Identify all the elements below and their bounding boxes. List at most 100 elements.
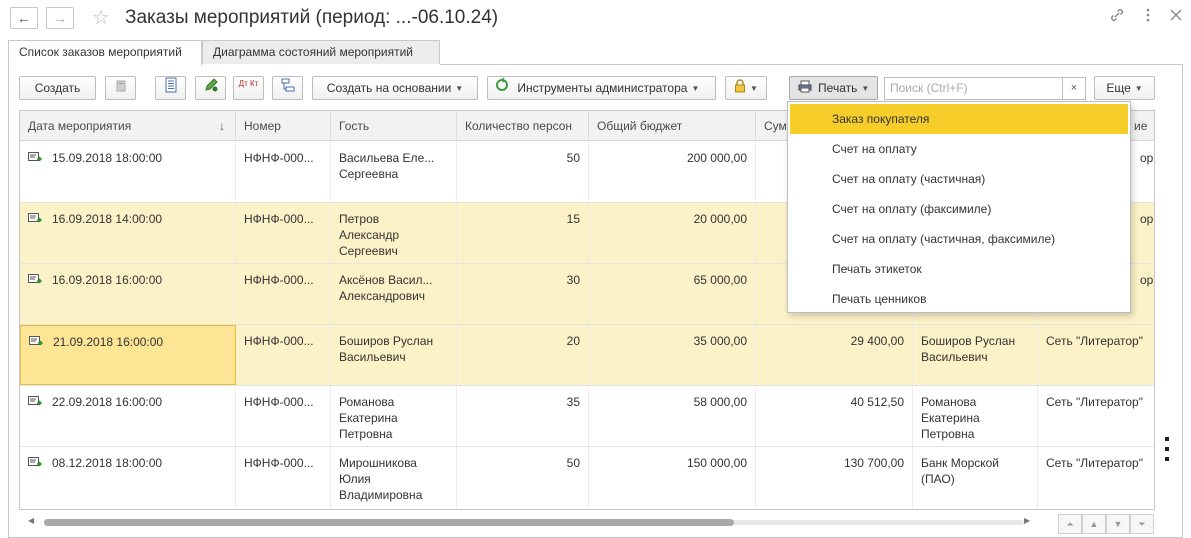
admin-tools-button[interactable]: Инструменты администратора ▼ <box>487 76 716 100</box>
cell-sum: 40 512,50 <box>756 386 913 446</box>
menu-item-invoice-facsimile[interactable]: Счет на оплату (факсимиле) <box>788 194 1130 224</box>
cell-date: 16.09.2018 14:00:00 <box>20 203 236 263</box>
cell-contractor: Боширов Руслан Васильевич <box>913 325 1038 385</box>
document-arrow-icon <box>29 335 44 346</box>
cell-budget: 200 000,00 <box>589 142 756 202</box>
cell-guest: Петров Александр Сергеевич <box>331 203 457 263</box>
scroll-thumb[interactable] <box>44 519 734 526</box>
menu-item-customer-order[interactable]: Заказ покупателя <box>790 104 1128 134</box>
menu-item-invoice[interactable]: Счет на оплату <box>788 134 1130 164</box>
copy-button[interactable] <box>105 76 136 100</box>
first-page-icon[interactable]: ⏶ <box>1058 514 1082 534</box>
cell-persons: 30 <box>457 264 589 324</box>
create-based-on-button[interactable]: Создать на основании ▼ <box>312 76 478 100</box>
menu-item-print-labels[interactable]: Печать этикеток <box>788 254 1130 284</box>
chevron-down-icon: ▼ <box>861 83 870 93</box>
admin-tools-label: Инструменты администратора <box>517 81 688 95</box>
table-row[interactable]: 22.09.2018 16:00:00 НФНФ-000... Романова… <box>20 386 1154 447</box>
dtkt-button[interactable]: Дт Кт <box>233 76 264 100</box>
contractor-line: Васильевич <box>921 350 988 364</box>
cell-guest: Аксёнов Васил... Александрович <box>331 264 457 324</box>
date-text: 21.09.2018 16:00:00 <box>53 335 164 349</box>
last-page-icon[interactable]: ⏷ <box>1130 514 1154 534</box>
structure-button[interactable] <box>272 76 303 100</box>
cell-budget: 150 000,00 <box>589 447 756 509</box>
date-text: 22.09.2018 16:00:00 <box>52 395 163 409</box>
cell-org: Сеть "Литератор" <box>1046 456 1143 470</box>
print-menu: Заказ покупателя Счет на оплату Счет на … <box>787 101 1131 313</box>
scroll-left-icon[interactable]: ◀ <box>28 516 34 525</box>
guest-line: Александр <box>339 228 400 242</box>
guest-line: Боширов Руслан <box>339 334 434 348</box>
tab-divider <box>440 64 1183 65</box>
title-bar: ← → ☆ Заказы мероприятий (период: ...-06… <box>0 0 1191 36</box>
more-vertical-icon[interactable] <box>1164 436 1170 462</box>
cell-date: 16.09.2018 16:00:00 <box>20 264 236 324</box>
edit-button[interactable] <box>195 76 226 100</box>
star-icon[interactable]: ☆ <box>92 5 110 30</box>
print-button[interactable]: Печать ▼ <box>789 76 878 100</box>
menu-item-invoice-partial[interactable]: Счет на оплату (частичная) <box>788 164 1130 194</box>
cell-guest: Боширов Руслан Васильевич <box>331 325 457 385</box>
contractor-line: Романова <box>921 395 977 409</box>
search-input[interactable]: Поиск (Ctrl+F) <box>884 77 1064 100</box>
cell-number: НФНФ-000... <box>236 142 331 202</box>
column-header-number[interactable]: Номер <box>236 111 331 141</box>
contractor-line: Боширов Руслан <box>921 334 1016 348</box>
contractor-line: Екатерина <box>921 411 980 425</box>
cell-number: НФНФ-000... <box>236 264 331 324</box>
lock-button[interactable]: ▼ <box>725 76 767 100</box>
page-down-icon[interactable]: ▼ <box>1106 514 1130 534</box>
close-icon[interactable] <box>1170 8 1182 25</box>
table-row-selected[interactable]: 21.09.2018 16:00:00 НФНФ-000... Боширов … <box>20 325 1154 386</box>
guest-line: Васильевич <box>339 350 406 364</box>
more-button[interactable]: Еще ▼ <box>1094 76 1155 100</box>
cell-date[interactable]: 21.09.2018 16:00:00 <box>20 325 236 385</box>
create-button[interactable]: Создать <box>19 76 96 100</box>
cell-persons: 15 <box>457 203 589 263</box>
document-arrow-icon <box>28 456 43 467</box>
chevron-down-icon: ▼ <box>455 83 464 93</box>
cell-guest: Васильева Еле... Сергеевна <box>331 142 457 202</box>
cell-budget: 58 000,00 <box>589 386 756 446</box>
more-vertical-icon[interactable] <box>1145 8 1151 26</box>
contractor-line: Банк Морской <box>921 456 999 470</box>
link-icon[interactable] <box>1110 8 1124 26</box>
date-text: 16.09.2018 14:00:00 <box>52 212 163 226</box>
more-label: Еще <box>1106 81 1131 95</box>
gear-refresh-icon <box>494 77 510 100</box>
cell-org: Сеть "Литератор" <box>1046 334 1143 348</box>
table-row[interactable]: 08.12.2018 18:00:00 НФНФ-000... Мирошник… <box>20 447 1154 509</box>
horizontal-scrollbar[interactable]: ◀ ▶ <box>20 515 1040 529</box>
back-button[interactable]: ← <box>10 7 38 29</box>
print-label: Печать <box>818 81 858 95</box>
cell-number: НФНФ-000... <box>236 325 331 385</box>
column-header-date[interactable]: Дата мероприятия ↓ <box>20 111 236 141</box>
page-up-icon[interactable]: ▲ <box>1082 514 1106 534</box>
guest-line: Сергеевна <box>339 167 399 181</box>
document-arrow-icon <box>28 395 43 406</box>
scroll-right-icon[interactable]: ▶ <box>1024 516 1030 525</box>
cell-date: 08.12.2018 18:00:00 <box>20 447 236 509</box>
column-header-guest[interactable]: Гость <box>331 111 457 141</box>
menu-item-invoice-partial-facsimile[interactable]: Счет на оплату (частичная, факсимиле) <box>788 224 1130 254</box>
search-clear-button[interactable]: × <box>1062 77 1086 100</box>
tab-states-diagram[interactable]: Диаграмма состояний мероприятий <box>202 40 440 65</box>
lock-icon <box>734 78 746 100</box>
tab-orders-list[interactable]: Список заказов мероприятий <box>8 40 202 66</box>
menu-item-print-price-tags[interactable]: Печать ценников <box>788 284 1130 314</box>
cell-persons: 50 <box>457 142 589 202</box>
guest-line: Сергеевич <box>339 244 398 258</box>
list-button[interactable] <box>155 76 186 100</box>
guest-line: Александрович <box>339 289 426 303</box>
forward-button[interactable]: → <box>46 7 74 29</box>
copy-icon <box>114 78 128 100</box>
cell-number: НФНФ-000... <box>236 447 331 509</box>
column-header-budget[interactable]: Общий бюджет <box>589 111 756 141</box>
cell-number: НФНФ-000... <box>236 386 331 446</box>
guest-line: Екатерина <box>339 411 398 425</box>
pencil-icon <box>203 77 219 100</box>
column-header-persons[interactable]: Количество персон <box>457 111 589 141</box>
guest-line: Васильева Еле... <box>339 151 435 165</box>
contractor-line: (ПАО) <box>921 472 955 486</box>
